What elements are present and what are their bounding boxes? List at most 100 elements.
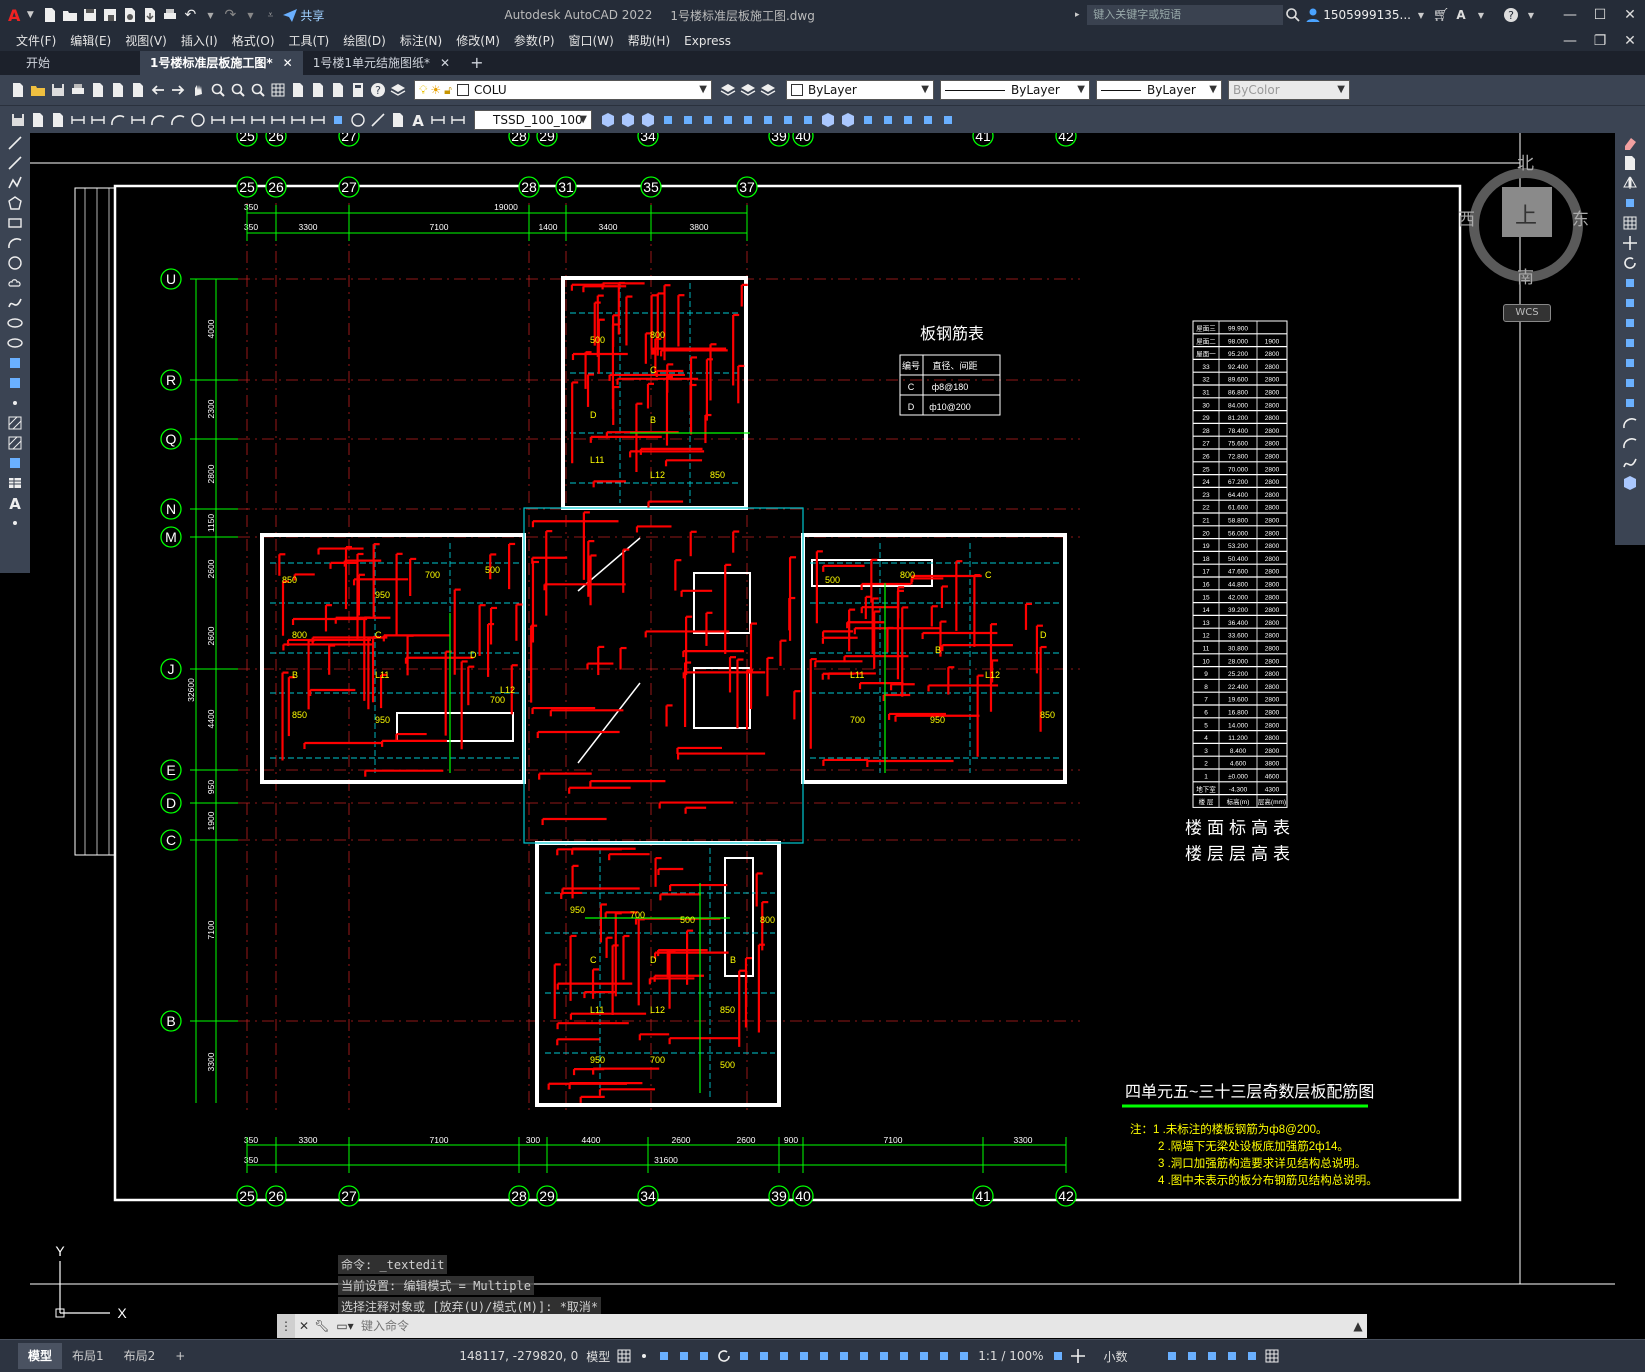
square-dynamic-input-icon[interactable] — [676, 1348, 692, 1364]
poly-polygon-icon[interactable] — [7, 195, 23, 211]
user-dropdown-icon[interactable]: ▼ — [1413, 7, 1429, 23]
command-grip-icon[interactable]: ⋮ — [277, 1314, 295, 1338]
disk-save-icon[interactable] — [50, 82, 66, 98]
save-as-icon[interactable] — [102, 7, 118, 23]
disk-match-icon[interactable] — [10, 112, 26, 128]
search-icon[interactable] — [1285, 7, 1301, 23]
dim-linear-icon[interactable] — [70, 112, 86, 128]
square-lock-ui-icon[interactable] — [1184, 1348, 1200, 1364]
ellipse-ellipse-arc-icon[interactable] — [7, 335, 23, 351]
model-space-button[interactable]: 模型 — [586, 1348, 610, 1365]
dim-break-icon[interactable] — [310, 112, 326, 128]
command-history-toggle-icon[interactable]: ▲ — [1349, 1319, 1367, 1333]
square-slice-icon[interactable] — [800, 112, 816, 128]
doc-close-icon[interactable]: ✕ — [1615, 33, 1645, 49]
menu-format[interactable]: 格式(O) — [232, 32, 275, 49]
square-workspace-icon[interactable] — [1050, 1348, 1066, 1364]
doc-publish-icon[interactable] — [110, 82, 126, 98]
square-loft-icon[interactable] — [720, 112, 736, 128]
search-expand-icon[interactable]: ▸ — [1069, 7, 1085, 23]
square-isodraft-icon[interactable] — [736, 1348, 752, 1364]
block-insert-icon[interactable] — [7, 355, 23, 371]
wcs-menu[interactable]: WCS — [1503, 304, 1551, 322]
doc-layer-off-icon[interactable] — [50, 112, 66, 128]
arc-chamfer-icon[interactable] — [1622, 415, 1638, 431]
square-materials-icon[interactable] — [900, 112, 916, 128]
close-icon[interactable]: ✕ — [1615, 7, 1645, 23]
dim-continue-icon[interactable] — [270, 112, 286, 128]
square-intersect-icon[interactable] — [780, 112, 796, 128]
menu-file[interactable]: 文件(F) — [16, 32, 56, 49]
tab-structure-drawing[interactable]: 1号楼1单元结施图纸* ✕ — [303, 51, 460, 75]
cube-explode-icon[interactable] — [1622, 475, 1638, 491]
doc-design-center-icon[interactable] — [290, 82, 306, 98]
circle-center-mark-icon[interactable] — [350, 112, 366, 128]
grid-array-icon[interactable] — [1622, 215, 1638, 231]
square-dynamic-ucs-icon[interactable] — [876, 1348, 892, 1364]
grid-customization-icon[interactable] — [1264, 1348, 1280, 1364]
textA-mtext-icon[interactable]: A — [7, 495, 23, 511]
arc-dim-radius-icon[interactable] — [150, 112, 166, 128]
square-isolate-objects-icon[interactable] — [1204, 1348, 1220, 1364]
square-quick-properties-icon[interactable] — [1164, 1348, 1180, 1364]
help-dropdown-icon[interactable]: ▼ — [1523, 7, 1539, 23]
dim-text-edit-icon[interactable] — [430, 112, 446, 128]
search-input[interactable]: 键入关键字或短语 — [1087, 5, 1284, 25]
layers-layer-previous-icon[interactable] — [720, 82, 736, 98]
save-web-icon[interactable] — [142, 7, 158, 23]
open-file-icon[interactable] — [62, 7, 78, 23]
dim-update-icon[interactable] — [450, 112, 466, 128]
minimize-icon[interactable]: — — [1555, 7, 1585, 23]
square-union-icon[interactable] — [740, 112, 756, 128]
viewcube-north[interactable]: 北 — [1517, 149, 1534, 174]
zoom-previous-icon[interactable] — [250, 82, 266, 98]
tab-plan-drawing[interactable]: 1号楼标准层板施工图* ✕ — [140, 51, 303, 75]
cube-3d-orbit-icon[interactable] — [840, 112, 856, 128]
coordinates-readout[interactable]: 148117, -279820, 0 — [459, 1349, 578, 1363]
menu-view[interactable]: 视图(V) — [125, 32, 167, 49]
command-input[interactable] — [359, 1318, 1263, 1334]
layer-dropdown[interactable]: 💡︎ ☀ 🔓︎ COLU ▼ — [414, 80, 712, 100]
user-icon[interactable] — [1305, 7, 1321, 23]
drawing-canvas[interactable]: 850 950 700 500 800 C D B L11 L12 850 950 700 500 800 C… — [30, 133, 1615, 1339]
doc-minimize-icon[interactable]: — — [1555, 33, 1585, 49]
rotate-polar-icon[interactable] — [716, 1348, 732, 1364]
viewcube-east[interactable]: 东 — [1572, 205, 1589, 230]
open-web-icon[interactable] — [122, 7, 138, 23]
square-break-at-point-icon[interactable] — [1622, 355, 1638, 371]
square-annotation-visibility-icon[interactable] — [936, 1348, 952, 1364]
move-annotation-monitor-icon[interactable] — [1070, 1348, 1086, 1364]
units-dropdown[interactable]: 小数 — [1104, 1348, 1128, 1365]
point-add-selected-icon[interactable] — [7, 515, 23, 531]
line-line-icon[interactable] — [7, 135, 23, 151]
square-trim-icon[interactable] — [1622, 315, 1638, 331]
viewcube-south[interactable]: 南 — [1517, 263, 1534, 288]
square-lineweight-icon[interactable] — [796, 1348, 812, 1364]
viewcube-west[interactable]: 西 — [1458, 205, 1475, 230]
command-customize-icon[interactable]: 🔧︎ — [313, 1319, 331, 1333]
menu-tools[interactable]: 工具(T) — [289, 32, 330, 49]
redo-dropdown-icon[interactable]: ▼ — [242, 7, 258, 23]
plotstyle-dropdown[interactable]: ByColor ▼ — [1228, 80, 1350, 100]
square-3d-osnap-icon[interactable] — [856, 1348, 872, 1364]
textA-dim-edit-icon[interactable]: A — [410, 112, 426, 128]
grid-properties-icon[interactable] — [270, 82, 286, 98]
folder-open-icon[interactable] — [30, 82, 46, 98]
doc-new-icon[interactable] — [10, 82, 26, 98]
viewcube[interactable]: 北 南 西 东 上 — [1458, 154, 1589, 288]
user-name[interactable]: 1505999135... — [1323, 8, 1411, 22]
square-light-icon[interactable] — [920, 112, 936, 128]
cube-3d-view-icon[interactable] — [820, 112, 836, 128]
cube-3d-cone-icon[interactable] — [640, 112, 656, 128]
square-break-icon[interactable] — [1622, 375, 1638, 391]
share-icon[interactable] — [282, 7, 298, 23]
cube-3d-box-icon[interactable] — [600, 112, 616, 128]
circle-dim-diameter-icon[interactable] — [190, 112, 206, 128]
share-button[interactable]: 共享 — [300, 7, 324, 24]
app-logo[interactable]: A — [8, 6, 20, 25]
arc-dim-arc-icon[interactable] — [110, 112, 126, 128]
table-table-icon[interactable] — [7, 475, 23, 491]
square-scale-icon[interactable] — [1622, 275, 1638, 291]
redo-icon[interactable]: ↷ — [222, 7, 238, 23]
viewcube-top-face[interactable]: 上 — [1515, 198, 1537, 230]
